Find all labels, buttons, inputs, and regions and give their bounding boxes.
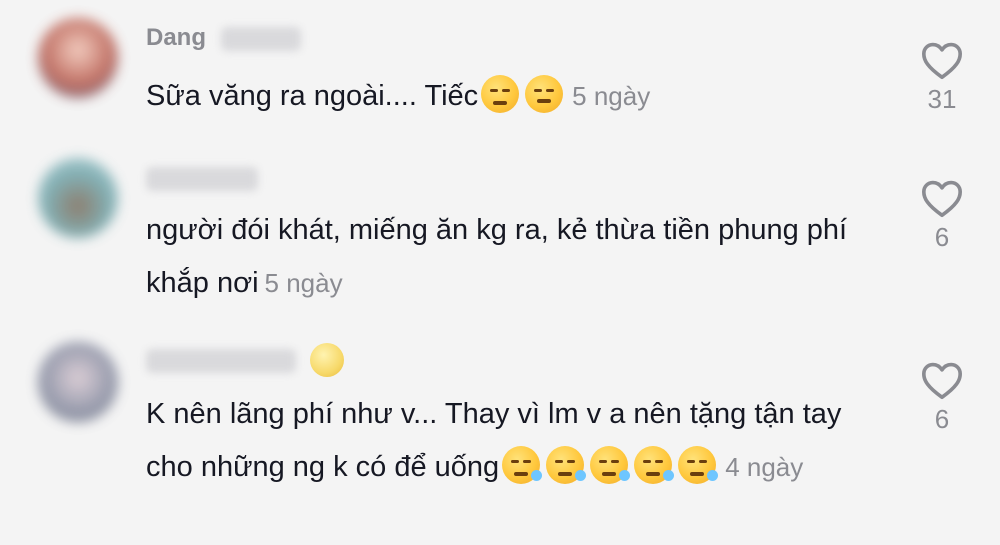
sleepy-face-emoji [546, 446, 587, 484]
comment-text: K nên lãng phí như v... Thay vì lm v a n… [146, 388, 886, 494]
heart-outline-icon [921, 42, 962, 80]
like-button[interactable]: 6 [918, 178, 966, 253]
like-count: 6 [934, 404, 950, 434]
sleepy-face-emoji [590, 446, 631, 484]
heart-outline-icon [921, 362, 962, 400]
avatar[interactable] [38, 158, 118, 238]
username-text: Dang [146, 24, 206, 51]
comment-body: người đói khát, miếng ăn kg ra, kẻ thừa … [146, 214, 848, 299]
username[interactable] [146, 346, 296, 374]
comment-time: 5 ngày [264, 268, 343, 298]
sleepy-face-emoji [502, 446, 543, 484]
comment-text: Sữa văng ra ngoài.... Tiếc 5 ngày [146, 70, 886, 123]
moon-face-emoji [310, 343, 344, 377]
username[interactable]: Dang [146, 24, 301, 52]
comment-body: Sữa văng ra ngoài.... Tiếc [146, 80, 479, 112]
like-button[interactable]: 31 [918, 40, 966, 115]
comment-text: người đói khát, miếng ăn kg ra, kẻ thừa … [146, 204, 886, 310]
sleepy-face-emoji [634, 446, 675, 484]
username[interactable] [146, 164, 258, 192]
like-count: 31 [927, 84, 957, 114]
heart-outline-icon [921, 180, 962, 218]
like-button[interactable]: 6 [918, 360, 966, 435]
disappointed-face-emoji [525, 75, 564, 113]
sleepy-face-emoji [678, 446, 719, 484]
blurred-username [220, 26, 301, 51]
avatar[interactable] [38, 342, 118, 422]
like-count: 6 [934, 222, 950, 252]
comment-time: 4 ngày [725, 452, 804, 482]
blurred-username [146, 348, 296, 373]
relieved-face-emoji [481, 75, 520, 113]
comment-time: 5 ngày [572, 81, 651, 111]
blurred-username [146, 166, 258, 191]
avatar[interactable] [38, 18, 118, 98]
